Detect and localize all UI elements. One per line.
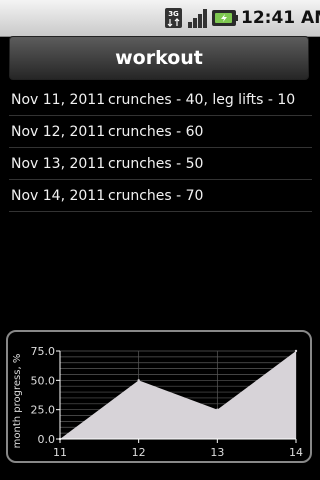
list-item[interactable]: Nov 13, 2011 crunches - 50 (9, 148, 312, 180)
data-point (216, 408, 219, 411)
signal-strength-icon (188, 9, 207, 28)
progress-chart: 0.0 25.0 50.0 75.0 11 12 13 14 month progress, % (12, 345, 303, 459)
entry-text: crunches - 70 (108, 187, 204, 204)
workout-list: Nov 11, 2011 crunches - 40, leg lifts - … (9, 84, 312, 212)
list-item[interactable]: Nov 11, 2011 crunches - 40, leg lifts - … (9, 84, 312, 116)
entry-text: crunches - 60 (108, 123, 204, 140)
data-point (294, 349, 298, 353)
x-tick-label: 12 (132, 446, 146, 459)
svg-text:3G: 3G (168, 10, 179, 18)
y-tick-label: 0.0 (38, 433, 56, 446)
entry-text: crunches - 40, leg lifts - 10 (108, 91, 296, 108)
y-tick-label: 75.0 (31, 345, 56, 358)
workout-title-button[interactable]: workout (9, 36, 309, 80)
status-bar: 3G 12:41 AM (0, 0, 320, 37)
y-tick-label: 50.0 (31, 374, 56, 387)
3g-data-icon: 3G (165, 8, 182, 28)
clock: 12:41 AM (241, 8, 320, 28)
entry-date: Nov 13, 2011 (11, 155, 106, 172)
list-item[interactable]: Nov 12, 2011 crunches - 60 (9, 116, 312, 148)
entry-text: crunches - 50 (108, 155, 204, 172)
entry-date: Nov 11, 2011 (11, 91, 106, 108)
page-title: workout (115, 47, 203, 69)
y-axis-label: month progress, % (12, 354, 23, 449)
battery-charging-icon (212, 10, 238, 26)
list-item[interactable]: Nov 14, 2011 crunches - 70 (9, 180, 312, 212)
x-tick-label: 13 (210, 446, 224, 459)
series-area (60, 351, 296, 439)
y-tick-label: 25.0 (31, 404, 56, 417)
x-tick-label: 14 (289, 446, 303, 459)
progress-chart-panel: 0.0 25.0 50.0 75.0 11 12 13 14 month progress, % (6, 330, 312, 463)
data-point (137, 379, 140, 382)
entry-date: Nov 14, 2011 (11, 187, 106, 204)
x-tick-label: 11 (53, 446, 67, 459)
entry-date: Nov 12, 2011 (11, 123, 106, 140)
